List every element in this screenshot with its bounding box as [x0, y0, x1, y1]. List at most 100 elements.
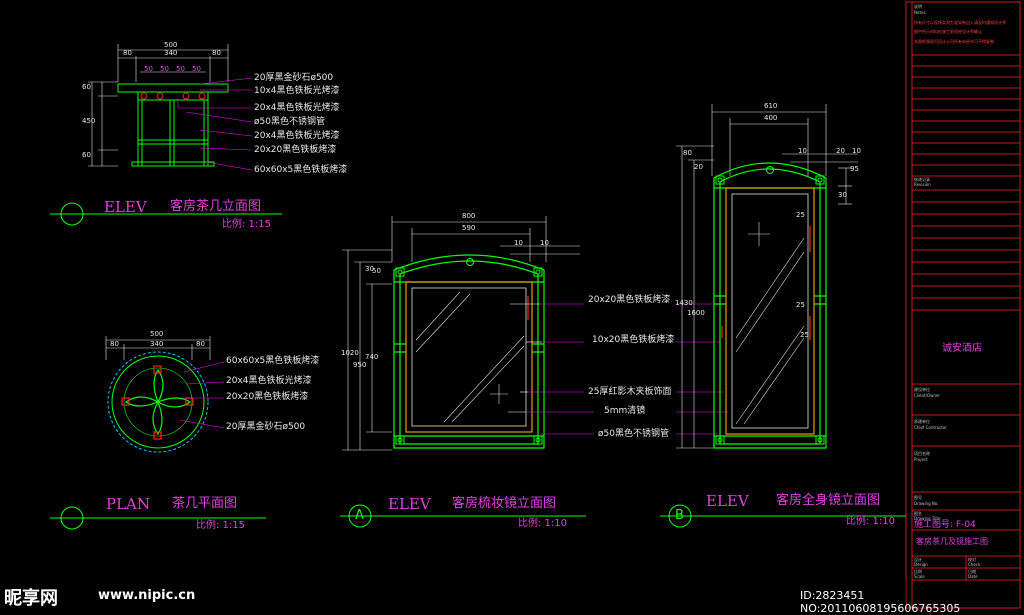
- fm-dim-1600: 1600: [687, 309, 705, 317]
- tea-plan-note-2: 20x4黑色铁板光烤漆: [226, 376, 312, 386]
- tea-plan-note-4: 20厚黑金砂石ø500: [226, 422, 306, 432]
- fm-dim-20: 20: [836, 147, 845, 155]
- fm-dim-400: 400: [764, 114, 778, 122]
- dm-dim-top: [391, 216, 580, 262]
- fm-dim-80: 80: [683, 149, 692, 157]
- tea-elev-note-2: 10x4黑色铁板光烤漆: [254, 86, 340, 96]
- tb-contractor-en: Chief Contractor: [914, 425, 947, 430]
- dm-inner-frame: [405, 281, 533, 433]
- tb-design-en: Design: [914, 562, 928, 567]
- tea-elev-dim-50-a: 50: [144, 65, 153, 73]
- tb-hotel-name: 诚安酒店: [942, 343, 982, 354]
- dm-title: 客房梳妆镜立面图: [452, 496, 557, 511]
- fm-inner-frame: [725, 187, 815, 435]
- tb-owner-en: Client/Owner: [914, 393, 940, 398]
- watermark-logo: 昵享网: [4, 588, 58, 609]
- tea-plan-note-3: 20x20黑色铁板烤漆: [226, 392, 309, 402]
- dressing-mirror-elevation: [340, 216, 594, 528]
- fm-dim-95: 95: [850, 165, 859, 173]
- tb-notes-cn: 说明: [914, 4, 922, 9]
- fm-dim-25-b: 25: [796, 301, 805, 309]
- tb-red-note-1: 所有尺寸以现场实测为准如有出入请及时通知设计师: [914, 20, 1006, 25]
- dm-center-mark: [490, 384, 508, 404]
- dm-scale: 比例: 1:10: [518, 518, 568, 529]
- tea-elev-dim-left-bottom: 60: [82, 151, 91, 159]
- tb-contractor-cn: 承建单位: [914, 419, 930, 424]
- watermark-url: www.nipic.cn: [98, 588, 196, 603]
- dm-note-4: 5mm清镜: [604, 406, 646, 416]
- watermark-id: ID:2823451 NO:20110608195606765305: [800, 589, 961, 615]
- tea-elev-dim-80-left: 80: [123, 49, 132, 57]
- tea-plan-dim-80-left: 80: [110, 340, 119, 348]
- dm-note-2: 10x20黑色铁板烤漆: [592, 335, 675, 345]
- fm-dim-25-c: 25: [800, 331, 809, 339]
- tb-dwgno-cn: 图号: [914, 495, 922, 500]
- tea-plan-dim-500: 500: [150, 330, 164, 338]
- tb-drawing-no: 施工图号: F-04: [914, 520, 976, 530]
- fm-title-tag: ELEV: [706, 492, 749, 510]
- dm-dim-800: 800: [462, 212, 476, 220]
- tea-elev-note-4: ø50黑色不锈钢管: [254, 117, 325, 127]
- fm-dim-10-b: 10: [852, 147, 861, 155]
- tea-elev-note-5: 20x4黑色铁板光烤漆: [254, 131, 340, 141]
- tea-plan-dim-340: 340: [150, 340, 164, 348]
- fm-dim-1430: 1430: [675, 299, 693, 307]
- dm-glass-hatch: [415, 291, 525, 423]
- dm-dim-590: 590: [462, 224, 476, 232]
- fm-glass: [731, 193, 809, 429]
- tea-plan-dim-80-right: 80: [196, 340, 205, 348]
- fm-center-mark: [748, 222, 770, 246]
- dm-note-1: 20x20黑色铁板烤漆: [588, 295, 671, 305]
- dm-glass: [411, 287, 527, 427]
- fm-outer-frame: [713, 162, 827, 449]
- dm-note-3: 25厚红影木夹板饰面: [588, 387, 672, 397]
- dm-marker-a: A: [355, 508, 364, 523]
- dm-dim-950: 950: [353, 361, 367, 369]
- dm-title-tag: ELEV: [388, 495, 431, 513]
- tea-elev-dim-340: 340: [164, 49, 178, 57]
- tb-owner-cn: 建设单位: [914, 387, 930, 392]
- fm-dim-left: [676, 145, 714, 449]
- fm-scale: 比例: 1:10: [846, 516, 896, 527]
- tea-elev-note-1: 20厚黑金砂石ø500: [254, 73, 334, 83]
- tb-scale-en: Scale: [914, 574, 925, 579]
- dm-dim-10-a: 10: [514, 239, 523, 247]
- dm-dim-740: 740: [365, 353, 379, 361]
- tea-elev-dim-50-d: 50: [192, 65, 201, 73]
- tb-check-en: Check: [968, 562, 981, 567]
- fm-dim-610: 610: [764, 102, 778, 110]
- dm-dim-10-b: 10: [540, 239, 549, 247]
- tea-plan-legs: [124, 368, 192, 436]
- tea-elev-dim-left-mid: 450: [82, 117, 96, 125]
- tea-elev-dim-50-b: 50: [160, 65, 169, 73]
- tb-project-en: Project: [914, 457, 928, 462]
- fm-marker-b: B: [675, 508, 684, 523]
- tb-drawing-title: 客房茶几及镜施工图: [916, 537, 988, 546]
- fm-title: 客房全身镜立面图: [776, 493, 881, 508]
- tea-elev-note-3: 20x4黑色铁板光烤漆: [254, 103, 340, 113]
- fm-glass-hatch: [735, 237, 805, 425]
- dm-note-5: ø50黑色不锈钢管: [598, 429, 669, 439]
- fm-dim-right-30: 30: [838, 191, 847, 199]
- tb-date-en: Date: [968, 574, 978, 579]
- fm-dim-25-a: 25: [796, 211, 805, 219]
- fm-dim-10-a: 10: [798, 147, 807, 155]
- tea-elev-dim-80-right: 80: [212, 49, 221, 57]
- tea-elev-title: 客房茶几立面图: [170, 199, 262, 214]
- tea-elev-dim-500: 500: [164, 41, 178, 49]
- tea-elev-dim-left-top: 60: [82, 83, 91, 91]
- tea-elev-dim-50-c: 50: [176, 65, 185, 73]
- dm-dim-1020: 1020: [341, 349, 359, 357]
- dm-leaders: [526, 303, 594, 435]
- tea-elev-table-body: [117, 83, 229, 167]
- tb-red-note-3: 本图纸版权归设计公司所有未经许可不得复制: [914, 39, 994, 44]
- tea-elev-title-tag: ELEV: [104, 198, 147, 216]
- fm-dim-top: [711, 104, 858, 176]
- tea-elev-scale: 比例: 1:15: [222, 219, 272, 230]
- tea-elev-note-7: 60x60x5黑色铁板烤漆: [254, 165, 348, 175]
- tb-notes-en: Notes: [914, 10, 926, 15]
- fm-dim-left-20: 20: [694, 163, 703, 171]
- tb-red-note-2: 图中所示材料在施工前须经设计师确认: [914, 29, 982, 34]
- tea-plan-title: 茶几平面图: [172, 496, 238, 511]
- tea-elev-note-6: 20x20黑色铁板烤漆: [254, 145, 337, 155]
